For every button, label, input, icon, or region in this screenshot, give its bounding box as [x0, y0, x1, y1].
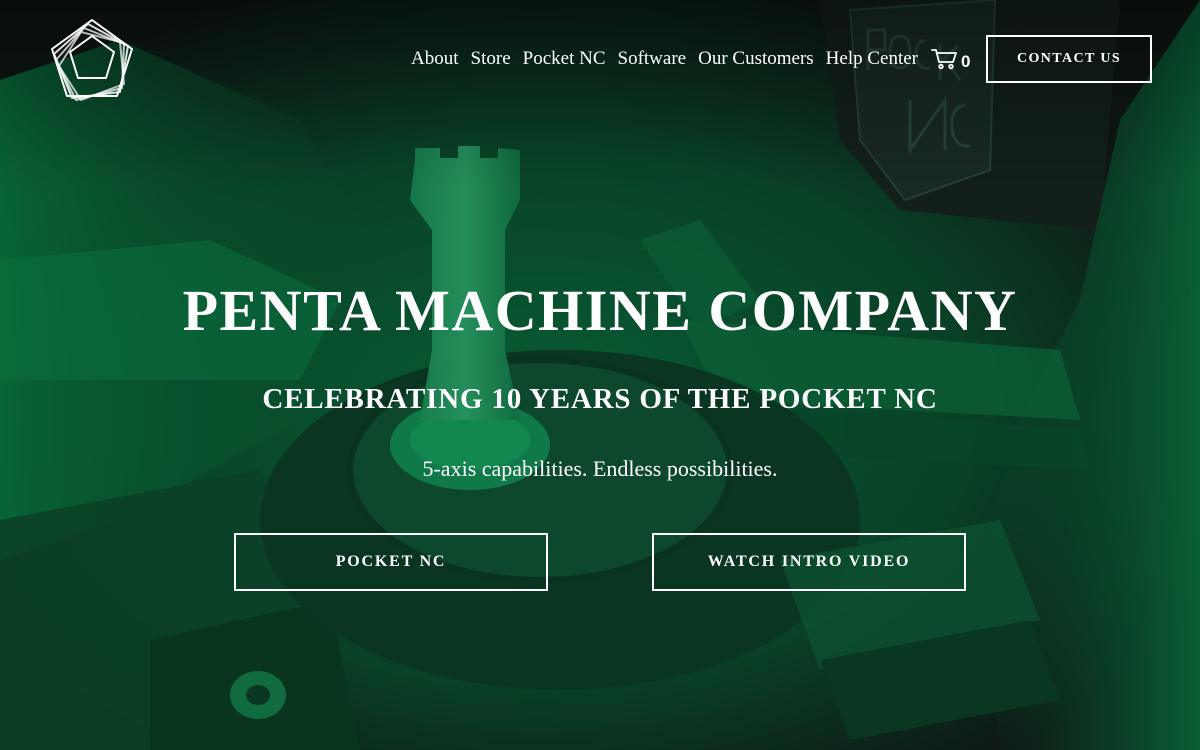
nav-link-our-customers[interactable]: Our Customers — [698, 46, 814, 72]
home-page: About Store Pocket NC Software Our Custo… — [0, 0, 1200, 750]
hero-tagline: 5-axis capabilities. Endless possibiliti… — [422, 456, 778, 481]
nav-link-software[interactable]: Software — [618, 46, 687, 72]
nav-link-pocket-nc[interactable]: Pocket NC — [523, 46, 606, 72]
contact-us-button[interactable]: CONTACT US — [986, 35, 1152, 83]
hero-subtitle: CELEBRATING 10 YEARS OF THE POCKET NC — [262, 383, 938, 415]
pocket-nc-button[interactable]: POCKET NC — [234, 533, 548, 591]
main-nav: About Store Pocket NC Software Our Custo… — [399, 46, 918, 72]
hero-background-image — [0, 0, 1200, 750]
hero-title: PENTA MACHINE COMPANY — [182, 278, 1018, 343]
nav-link-store[interactable]: Store — [471, 46, 511, 72]
watch-intro-video-button[interactable]: WATCH INTRO VIDEO — [652, 533, 966, 591]
pentagon-logo-icon[interactable] — [48, 16, 136, 102]
nav-link-about[interactable]: About — [411, 46, 459, 72]
cart-count: 0 — [961, 51, 971, 71]
cart-icon — [931, 48, 957, 75]
cart-link[interactable]: 0 — [931, 48, 970, 75]
nav-link-help-center[interactable]: Help Center — [826, 46, 918, 72]
